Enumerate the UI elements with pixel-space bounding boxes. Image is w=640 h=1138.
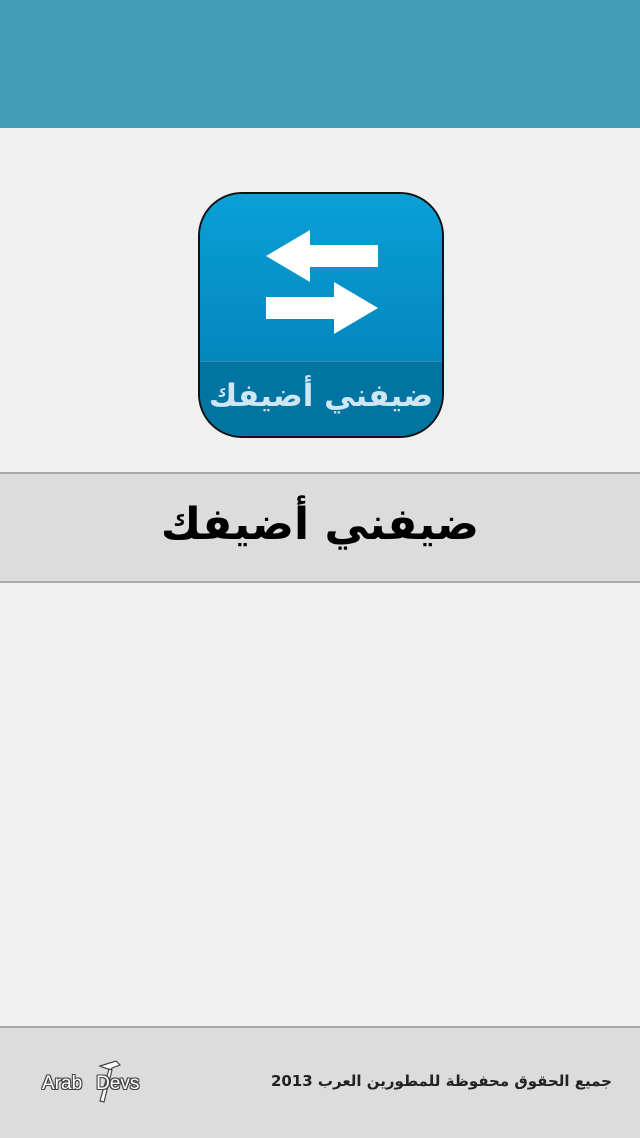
title-band: ضيفني أضيفك xyxy=(0,472,640,583)
footer: Arab Devs جميع الحقوق محفوظة للمطورين الع… xyxy=(0,1026,640,1138)
arabdevs-logo: Arab Devs xyxy=(42,1058,172,1104)
page-title: ضيفني أضيفك xyxy=(160,499,480,550)
top-bar xyxy=(0,0,640,128)
app-icon: ضيفني أضيفك xyxy=(198,192,444,438)
app-icon-label-band: ضيفني أضيفك xyxy=(200,361,442,436)
logo-word-arab: Arab xyxy=(42,1073,83,1094)
app-icon-label: ضيفني أضيفك xyxy=(208,377,434,414)
logo-word-devs: Devs xyxy=(96,1073,140,1094)
copyright-text: جميع الحقوق محفوظة للمطورين العرب 2013 xyxy=(270,1072,612,1090)
